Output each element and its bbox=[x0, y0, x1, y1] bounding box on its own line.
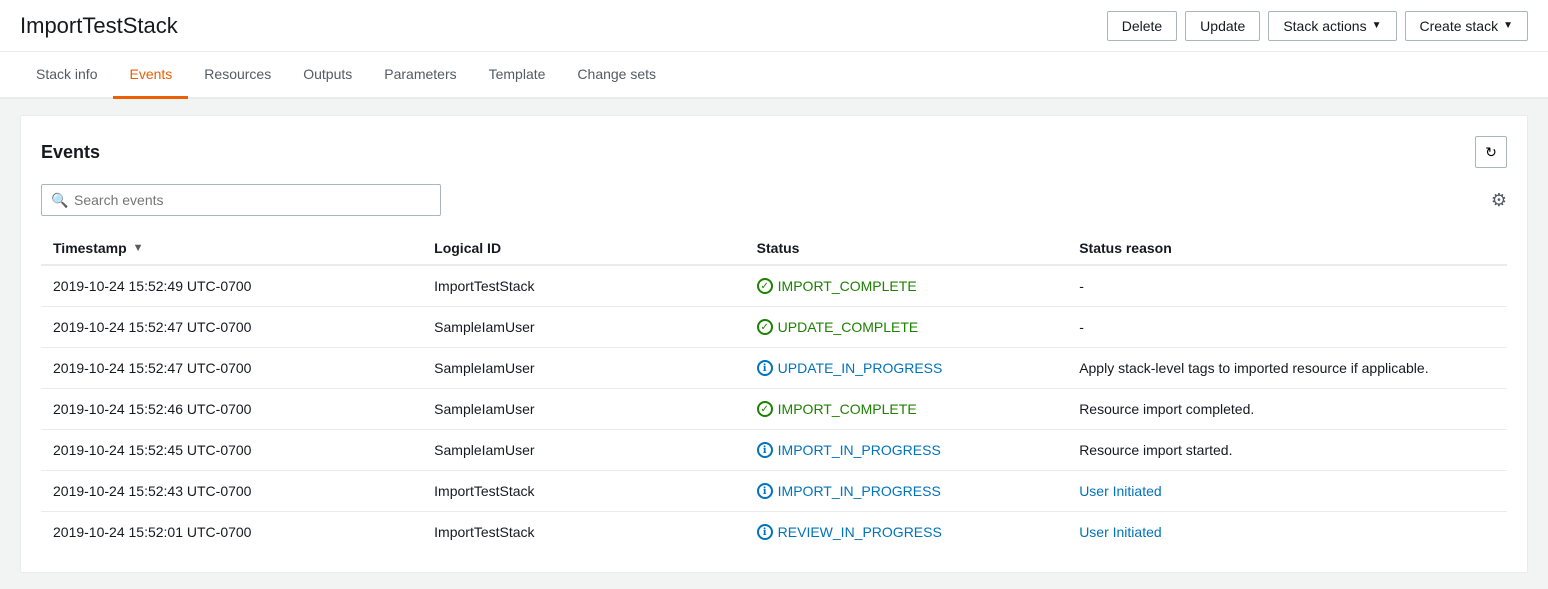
tab-outputs[interactable]: Outputs bbox=[287, 52, 368, 99]
cell-logical-id: SampleIamUser bbox=[422, 430, 745, 471]
cell-logical-id: SampleIamUser bbox=[422, 307, 745, 348]
cell-timestamp: 2019-10-24 15:52:45 UTC-0700 bbox=[41, 430, 422, 471]
reason-text: - bbox=[1079, 319, 1084, 335]
reason-text: - bbox=[1079, 278, 1084, 294]
col-header-status: Status bbox=[745, 232, 1068, 265]
col-header-status-reason: Status reason bbox=[1067, 232, 1507, 265]
status-text: IMPORT_COMPLETE bbox=[778, 401, 917, 417]
status-text: IMPORT_IN_PROGRESS bbox=[778, 483, 941, 499]
stack-title: ImportTestStack bbox=[20, 13, 178, 39]
reason-link[interactable]: User Initiated bbox=[1079, 483, 1161, 499]
cell-status-reason: - bbox=[1067, 265, 1507, 307]
col-header-logical-id: Logical ID bbox=[422, 232, 745, 265]
cell-status-reason: Resource import started. bbox=[1067, 430, 1507, 471]
cell-status-reason: User Initiated bbox=[1067, 512, 1507, 553]
search-input[interactable] bbox=[41, 184, 441, 216]
status-complete-icon: ✓ bbox=[757, 319, 773, 335]
tab-change-sets[interactable]: Change sets bbox=[561, 52, 672, 99]
cell-timestamp: 2019-10-24 15:52:01 UTC-0700 bbox=[41, 512, 422, 553]
tab-template[interactable]: Template bbox=[473, 52, 562, 99]
col-header-timestamp: Timestamp ▼ bbox=[41, 232, 422, 265]
table-row: 2019-10-24 15:52:45 UTC-0700SampleIamUse… bbox=[41, 430, 1507, 471]
update-button[interactable]: Update bbox=[1185, 11, 1260, 41]
table-row: 2019-10-24 15:52:49 UTC-0700ImportTestSt… bbox=[41, 265, 1507, 307]
cell-timestamp: 2019-10-24 15:52:47 UTC-0700 bbox=[41, 307, 422, 348]
reason-text: Resource import started. bbox=[1079, 442, 1232, 458]
cell-logical-id: SampleIamUser bbox=[422, 389, 745, 430]
events-table-wrap: Timestamp ▼ Logical ID Status Status rea… bbox=[41, 232, 1507, 552]
status-inprogress-icon: ℹ bbox=[757, 483, 773, 499]
tab-stack-info[interactable]: Stack info bbox=[20, 52, 113, 99]
cell-logical-id: ImportTestStack bbox=[422, 512, 745, 553]
status-complete-icon: ✓ bbox=[757, 401, 773, 417]
tab-events[interactable]: Events bbox=[113, 52, 188, 99]
status-text: UPDATE_IN_PROGRESS bbox=[778, 360, 943, 376]
status-text: IMPORT_IN_PROGRESS bbox=[778, 442, 941, 458]
cell-status: ✓ IMPORT_COMPLETE bbox=[745, 389, 1068, 430]
status-text: UPDATE_COMPLETE bbox=[778, 319, 919, 335]
cell-status: ℹ REVIEW_IN_PROGRESS bbox=[745, 512, 1068, 553]
cell-status: ℹ UPDATE_IN_PROGRESS bbox=[745, 348, 1068, 389]
reason-link[interactable]: User Initiated bbox=[1079, 524, 1161, 540]
cell-status: ✓ UPDATE_COMPLETE bbox=[745, 307, 1068, 348]
cell-logical-id: ImportTestStack bbox=[422, 265, 745, 307]
reason-text: Resource import completed. bbox=[1079, 401, 1254, 417]
tabs-bar: Stack info Events Resources Outputs Para… bbox=[0, 52, 1548, 99]
status-inprogress-icon: ℹ bbox=[757, 442, 773, 458]
cell-timestamp: 2019-10-24 15:52:46 UTC-0700 bbox=[41, 389, 422, 430]
search-bar: 🔍 ⚙ bbox=[41, 184, 1507, 216]
main-content: Events ↻ 🔍 ⚙ Timestamp ▼ bbox=[0, 99, 1548, 589]
top-header: ImportTestStack Delete Update Stack acti… bbox=[0, 0, 1548, 52]
refresh-button[interactable]: ↻ bbox=[1475, 136, 1507, 168]
create-stack-button[interactable]: Create stack bbox=[1405, 11, 1529, 41]
events-panel: Events ↻ 🔍 ⚙ Timestamp ▼ bbox=[20, 115, 1528, 573]
tab-parameters[interactable]: Parameters bbox=[368, 52, 472, 99]
delete-button[interactable]: Delete bbox=[1107, 11, 1177, 41]
cell-status-reason: - bbox=[1067, 307, 1507, 348]
cell-status: ℹ IMPORT_IN_PROGRESS bbox=[745, 430, 1068, 471]
cell-status-reason: Apply stack-level tags to imported resou… bbox=[1067, 348, 1507, 389]
status-text: IMPORT_COMPLETE bbox=[778, 278, 917, 294]
sort-icon[interactable]: ▼ bbox=[133, 242, 144, 254]
status-complete-icon: ✓ bbox=[757, 278, 773, 294]
panel-title: Events bbox=[41, 142, 100, 163]
stack-actions-button[interactable]: Stack actions bbox=[1268, 11, 1396, 41]
table-row: 2019-10-24 15:52:47 UTC-0700SampleIamUse… bbox=[41, 348, 1507, 389]
cell-logical-id: SampleIamUser bbox=[422, 348, 745, 389]
table-row: 2019-10-24 15:52:46 UTC-0700SampleIamUse… bbox=[41, 389, 1507, 430]
status-inprogress-icon: ℹ bbox=[757, 524, 773, 540]
status-text: REVIEW_IN_PROGRESS bbox=[778, 524, 942, 540]
tab-resources[interactable]: Resources bbox=[188, 52, 287, 99]
settings-icon[interactable]: ⚙ bbox=[1491, 190, 1507, 211]
header-actions: Delete Update Stack actions Create stack bbox=[1107, 11, 1528, 41]
cell-status-reason: User Initiated bbox=[1067, 471, 1507, 512]
table-row: 2019-10-24 15:52:47 UTC-0700SampleIamUse… bbox=[41, 307, 1507, 348]
status-inprogress-icon: ℹ bbox=[757, 360, 773, 376]
table-row: 2019-10-24 15:52:01 UTC-0700ImportTestSt… bbox=[41, 512, 1507, 553]
cell-status-reason: Resource import completed. bbox=[1067, 389, 1507, 430]
events-table: Timestamp ▼ Logical ID Status Status rea… bbox=[41, 232, 1507, 552]
cell-timestamp: 2019-10-24 15:52:43 UTC-0700 bbox=[41, 471, 422, 512]
table-row: 2019-10-24 15:52:43 UTC-0700ImportTestSt… bbox=[41, 471, 1507, 512]
cell-timestamp: 2019-10-24 15:52:49 UTC-0700 bbox=[41, 265, 422, 307]
cell-timestamp: 2019-10-24 15:52:47 UTC-0700 bbox=[41, 348, 422, 389]
cell-status: ✓ IMPORT_COMPLETE bbox=[745, 265, 1068, 307]
cell-logical-id: ImportTestStack bbox=[422, 471, 745, 512]
search-icon: 🔍 bbox=[51, 192, 68, 209]
cell-status: ℹ IMPORT_IN_PROGRESS bbox=[745, 471, 1068, 512]
reason-text: Apply stack-level tags to imported resou… bbox=[1079, 360, 1428, 376]
panel-header: Events ↻ bbox=[41, 136, 1507, 168]
